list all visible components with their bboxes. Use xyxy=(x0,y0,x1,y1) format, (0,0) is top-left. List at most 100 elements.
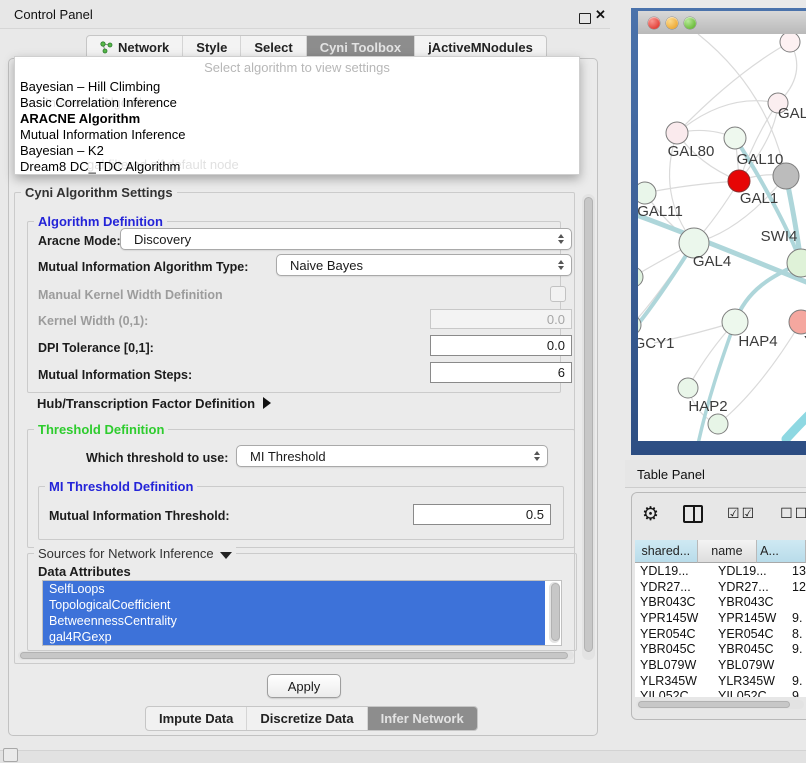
which-threshold-label: Which threshold to use: xyxy=(86,451,228,465)
minimize-traffic-light[interactable] xyxy=(666,17,678,29)
node-gal10[interactable] xyxy=(724,127,746,149)
close-icon[interactable]: ✕ xyxy=(595,7,606,23)
table-row[interactable]: YDL19...YDL19...13 xyxy=(635,563,806,579)
threshold-definition-group: Threshold Definition Which threshold to … xyxy=(27,429,575,548)
manual-kernel-checkbox[interactable] xyxy=(550,286,566,302)
columns-icon[interactable] xyxy=(683,505,703,523)
apply-button[interactable]: Apply xyxy=(267,674,341,698)
network-window-titlebar[interactable] xyxy=(638,11,806,35)
dpi-tolerance-field[interactable]: 0.0 xyxy=(430,335,572,356)
combo-stepper-icon xyxy=(534,451,540,461)
dpi-tolerance-value: 0.0 xyxy=(547,338,565,353)
select-all-checkboxes-icon[interactable]: ☑☑ xyxy=(727,506,756,522)
threshold-definition-title: Threshold Definition xyxy=(34,422,168,437)
apply-button-label: Apply xyxy=(288,679,321,694)
cyni-bottom-tabbar: Impute Data Discretize Data Infer Networ… xyxy=(145,706,478,731)
algorithm-definition-group: Algorithm Definition Aracne Mode: Discov… xyxy=(27,221,561,393)
table-row[interactable]: YDR27...YDR27...12 xyxy=(635,579,806,595)
collapsed-panel-icon[interactable] xyxy=(3,748,18,762)
menu-item[interactable]: ARACNE Algorithm xyxy=(15,111,579,127)
node-table: shared... name A... YDL19...YDL19...13 Y… xyxy=(635,540,806,697)
node-label: HAP4 xyxy=(738,333,777,350)
mi-type-label: Mutual Information Algorithm Type: xyxy=(38,260,248,274)
close-traffic-light[interactable] xyxy=(648,17,660,29)
zoom-traffic-light[interactable] xyxy=(684,17,696,29)
sources-title: Sources for Network Inference xyxy=(38,546,214,561)
node-gal11[interactable] xyxy=(638,182,656,204)
tab-discretize-data[interactable]: Discretize Data xyxy=(247,707,367,730)
which-threshold-combo[interactable]: MI Threshold xyxy=(236,445,548,467)
tab-impute-data[interactable]: Impute Data xyxy=(146,707,247,730)
mi-threshold-definition-title: MI Threshold Definition xyxy=(45,479,197,494)
combo-stepper-icon xyxy=(558,234,564,244)
disclosure-right-icon xyxy=(263,397,271,409)
menu-item[interactable]: Dream8 DC_TDC Algorithm xyxy=(15,159,579,175)
cyni-algorithm-settings-group: Cyni Algorithm Settings Algorithm Defini… xyxy=(14,192,575,664)
float-window-icon[interactable] xyxy=(579,13,591,24)
table-horizontal-scrollbar[interactable] xyxy=(636,700,804,709)
mi-steps-field[interactable]: 6 xyxy=(430,362,572,383)
column-header-name[interactable]: name xyxy=(698,540,757,563)
menu-item[interactable]: Bayesian – Hill Climbing xyxy=(15,79,579,95)
node-hap2[interactable] xyxy=(678,378,698,398)
tab-jactivemnodules-label: jActiveMNodules xyxy=(428,40,533,55)
list-item[interactable]: SelfLoops xyxy=(43,581,545,597)
node-label: GAL11 xyxy=(638,203,683,220)
node-gal1-selected[interactable] xyxy=(728,170,750,192)
algorithm-dropdown-popup: Select algorithm to view settings Infere… xyxy=(14,56,580,175)
deselect-all-checkboxes-icon[interactable]: ☐☐ xyxy=(780,506,806,522)
network-canvas[interactable]: GAL GAL80 GAL10 GAL1 GAL11 SWI4 GAL4 GCY… xyxy=(638,34,806,441)
table-row[interactable]: YBR045CYBR045C9. xyxy=(635,641,806,657)
list-item[interactable]: gal4RGexp xyxy=(43,629,545,645)
settings-group-title: Cyni Algorithm Settings xyxy=(21,185,177,200)
hub-definition-disclosure[interactable]: Hub/Transcription Factor Definition xyxy=(37,395,271,413)
kernel-width-value: 0.0 xyxy=(547,312,565,327)
table-row[interactable]: YLR345WYLR345W9. xyxy=(635,673,806,689)
data-attributes-list[interactable]: SelfLoops TopologicalCoefficient Between… xyxy=(42,580,562,646)
column-header-shared-name[interactable]: shared... xyxy=(635,540,698,563)
menu-item[interactable]: Bayesian – K2 xyxy=(15,143,579,159)
settings-vertical-scrollbar[interactable] xyxy=(582,194,595,660)
table-row[interactable]: YPR145WYPR145W9. xyxy=(635,610,806,626)
gear-icon[interactable]: ⚙ xyxy=(642,503,659,525)
manual-kernel-label: Manual Kernel Width Definition xyxy=(38,288,223,302)
mi-steps-value: 6 xyxy=(558,365,565,380)
node[interactable] xyxy=(708,414,728,434)
table-panel-title: Table Panel xyxy=(637,467,705,482)
mi-threshold-label: Mutual Information Threshold: xyxy=(49,509,230,523)
table-row[interactable]: YER054CYER054C8. xyxy=(635,626,806,642)
sources-title-row[interactable]: Sources for Network Inference xyxy=(34,546,236,561)
node[interactable] xyxy=(780,34,800,52)
node-salmon[interactable] xyxy=(789,310,806,334)
node-hap4[interactable] xyxy=(722,309,748,335)
tab-network-label: Network xyxy=(118,40,169,55)
table-row[interactable]: YBR043CYBR043C xyxy=(635,594,806,610)
node-label: GAL80 xyxy=(668,143,715,160)
column-header-clipped[interactable]: A... xyxy=(757,540,806,563)
tab-select-label: Select xyxy=(254,40,292,55)
list-item[interactable]: TopologicalCoefficient xyxy=(43,597,545,613)
mi-threshold-value: 0.5 xyxy=(526,507,544,522)
kernel-width-label: Kernel Width (0,1): xyxy=(38,314,148,328)
list-item[interactable]: BetweennessCentrality xyxy=(43,613,545,629)
kernel-width-field[interactable]: 0.0 xyxy=(430,309,572,329)
table-row[interactable]: YIL052CYIL052C9 xyxy=(635,689,806,698)
node-gal80[interactable] xyxy=(666,122,688,144)
table-row[interactable]: YBL079WYBL079W xyxy=(635,657,806,673)
settings-horizontal-scrollbar[interactable] xyxy=(18,651,574,660)
node-label: GAL xyxy=(778,105,806,122)
network-view-window: GAL GAL80 GAL10 GAL1 GAL11 SWI4 GAL4 GCY… xyxy=(631,8,806,455)
combo-stepper-icon xyxy=(558,260,564,270)
menu-item[interactable]: Basic Correlation Inference xyxy=(15,95,579,111)
list-vertical-scrollbar[interactable] xyxy=(549,582,560,643)
mi-type-combo[interactable]: Naive Bayes xyxy=(276,254,572,276)
node-label: GAL4 xyxy=(693,253,731,270)
menu-item[interactable]: Mutual Information Inference xyxy=(15,127,579,143)
node[interactable] xyxy=(638,267,643,287)
mi-threshold-field[interactable]: 0.5 xyxy=(413,504,551,525)
aracne-mode-combo[interactable]: Discovery xyxy=(120,228,572,250)
algorithm-placeholder: Select algorithm to view settings xyxy=(15,60,579,75)
table-toolbar: ⚙ ☑☑ ☐☐ xyxy=(642,502,806,526)
tab-infer-network[interactable]: Infer Network xyxy=(368,707,477,730)
hub-definition-label: Hub/Transcription Factor Definition xyxy=(37,396,255,411)
